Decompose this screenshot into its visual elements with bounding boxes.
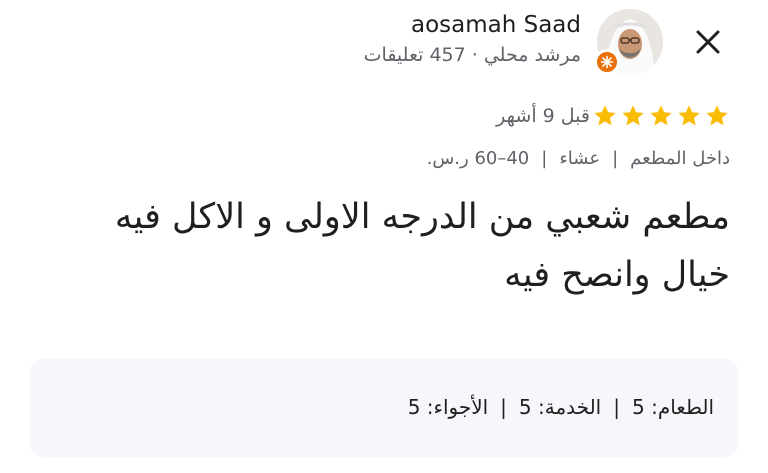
rating-atmosphere: الأجواء: 5 [407,395,489,419]
tag-separator: | [612,148,619,169]
tag-meal: عشاء [559,148,601,169]
ratings-summary: الطعام: 5 | الخدمة: 5 | الأجواء: 5 [30,359,738,457]
reviewer-meta: مرشد محلي · 457 تعليقات [363,44,581,66]
rating-separator: | [613,395,620,419]
review-tags: داخل المطعم | عشاء | 40–60 ر.س. [427,148,730,169]
review-text: مطعم شعبي من الدرجه الاولى و الاكل فيه خ… [114,197,730,295]
star-rating [592,103,730,129]
close-icon [696,30,720,54]
star-icon [678,105,700,126]
star-icon [650,105,672,126]
tag-price: 40–60 ر.س. [426,148,530,169]
close-button[interactable] [686,20,730,64]
review-time: قبل 9 أشهر [496,105,590,127]
tag-separator: | [541,148,548,169]
star-icon [622,105,644,126]
rating-service: الخدمة: 5 [518,395,602,419]
tag-dining: داخل المطعم [630,148,730,169]
local-guide-badge-icon [594,49,620,75]
rating-separator: | [500,395,507,419]
reviewer-name[interactable]: aosamah Saad [411,12,581,38]
star-icon [594,105,616,126]
review-card: aosamah Saad مرشد محلي · 457 تعليقات قبل… [0,0,768,473]
rating-food: الطعام: 5 [631,395,714,419]
star-icon [706,105,728,126]
